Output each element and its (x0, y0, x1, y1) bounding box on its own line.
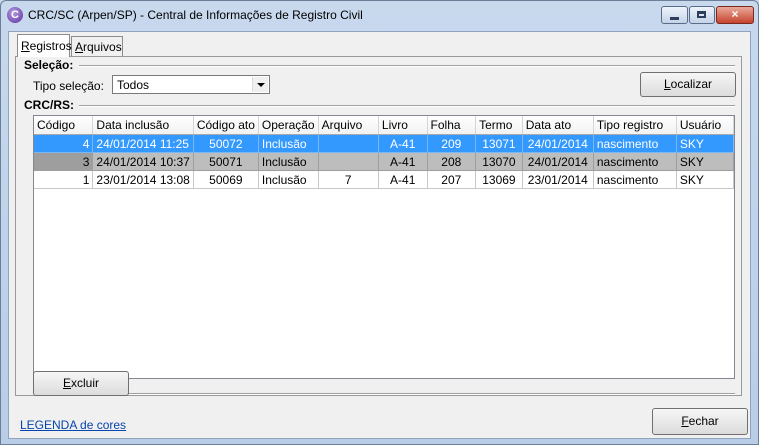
cell-operacao: Inclusão (258, 152, 319, 171)
cell-arquivo (318, 152, 379, 171)
cell-codigo: 1 (34, 170, 94, 189)
column-header[interactable]: Operação (258, 116, 319, 135)
cell-codigo: 3 (34, 152, 94, 171)
crcrs-divider (79, 105, 735, 107)
main-window: C CRC/SC (Arpen/SP) - Central de Informa… (0, 0, 759, 445)
cell-usuario: SKY (676, 152, 734, 171)
registros-grid[interactable]: Código Data inclusão Código ato Operação… (33, 115, 735, 379)
client-area: Registros Arquivos Seleção: Tipo seleção… (8, 31, 751, 439)
cell-operacao: Inclusão (258, 134, 319, 153)
tipo-selecao-select[interactable]: Todos (112, 75, 270, 94)
cell-codigo: 4 (34, 134, 94, 153)
cell-usuario: SKY (676, 134, 734, 153)
cell-codigo-ato: 50072 (193, 134, 259, 153)
cell-termo: 13071 (475, 134, 523, 153)
column-header[interactable]: Termo (475, 116, 523, 135)
cell-tipo-registro: nascimento (593, 134, 677, 153)
column-header[interactable]: Código ato (193, 116, 259, 135)
column-header[interactable]: Folha (427, 116, 477, 135)
minimize-button[interactable] (661, 6, 688, 24)
cell-operacao: Inclusão (258, 170, 319, 189)
excluir-button[interactable]: Excluir (33, 371, 129, 396)
column-header[interactable]: Data ato (522, 116, 594, 135)
column-header[interactable]: Usuário (676, 116, 734, 135)
maximize-button[interactable] (689, 6, 715, 24)
cell-codigo-ato: 50069 (193, 170, 259, 189)
legenda-cores-link[interactable]: LEGENDA de cores (20, 418, 126, 432)
cell-data-inclusao: 23/01/2014 13:08 (92, 170, 194, 189)
cell-livro: A-41 (378, 152, 428, 171)
cell-data-ato: 24/01/2014 (522, 152, 594, 171)
close-icon: × (731, 7, 739, 21)
selecao-label: Seleção: (24, 58, 78, 72)
cell-livro: A-41 (378, 170, 428, 189)
table-header-row: Código Data inclusão Código ato Operação… (34, 116, 734, 135)
grid-separator (33, 393, 735, 395)
cell-arquivo (318, 134, 379, 153)
column-header[interactable]: Arquivo (318, 116, 379, 135)
column-header[interactable]: Tipo registro (593, 116, 677, 135)
table-row[interactable]: 1 23/01/2014 13:08 50069 Inclusão 7 A-41… (34, 170, 734, 189)
cell-tipo-registro: nascimento (593, 152, 677, 171)
tipo-selecao-value: Todos (117, 78, 150, 92)
cell-usuario: SKY (676, 170, 734, 189)
registros-table: Código Data inclusão Código ato Operação… (34, 116, 734, 189)
cell-folha: 208 (427, 152, 477, 171)
fechar-button[interactable]: Fechar (652, 408, 748, 435)
table-row[interactable]: 4 24/01/2014 11:25 50072 Inclusão A-41 2… (34, 134, 734, 153)
cell-data-inclusao: 24/01/2014 11:25 (92, 134, 194, 153)
table-row[interactable]: 3 24/01/2014 10:37 50071 Inclusão A-41 2… (34, 152, 734, 171)
cell-codigo-ato: 50071 (193, 152, 259, 171)
column-header[interactable]: Livro (378, 116, 428, 135)
tab-registros[interactable]: Registros (17, 34, 72, 57)
column-header[interactable]: Código (34, 116, 94, 135)
cell-data-ato: 23/01/2014 (522, 170, 594, 189)
cell-termo: 13070 (475, 152, 523, 171)
cell-livro: A-41 (378, 134, 428, 153)
column-header[interactable]: Data inclusão (92, 116, 194, 135)
cell-folha: 209 (427, 134, 477, 153)
cell-folha: 207 (427, 170, 477, 189)
chevron-down-icon[interactable] (252, 77, 268, 92)
crc-app-icon[interactable]: C (7, 7, 23, 23)
selecao-divider (79, 65, 735, 67)
window-title: CRC/SC (Arpen/SP) - Central de Informaçõ… (28, 8, 363, 22)
cell-data-inclusao: 24/01/2014 10:37 (92, 152, 194, 171)
crcrs-label: CRC/RS: (24, 98, 78, 112)
close-button[interactable]: × (716, 6, 754, 24)
cell-tipo-registro: nascimento (593, 170, 677, 189)
localizar-button[interactable]: Localizar (640, 72, 736, 97)
cell-data-ato: 24/01/2014 (522, 134, 594, 153)
title-bar[interactable]: C CRC/SC (Arpen/SP) - Central de Informa… (1, 1, 758, 29)
cell-arquivo: 7 (318, 170, 379, 189)
tab-arquivos[interactable]: Arquivos (71, 36, 123, 56)
tipo-selecao-label: Tipo seleção: (33, 79, 104, 93)
cell-termo: 13069 (475, 170, 523, 189)
